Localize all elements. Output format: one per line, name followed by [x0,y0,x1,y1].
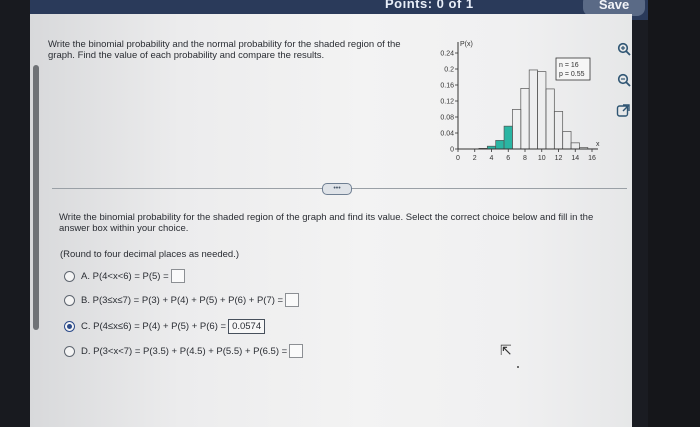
y-tick-label: 0.24 [440,51,454,58]
choice-c[interactable]: C. P(4≤x≤6) = P(4) + P(5) + P(6) = 0.0574 [64,319,266,335]
x-tick-label: 8 [523,155,527,162]
y-tick-label: 0.2 [444,67,454,74]
choice-b[interactable]: B. P(3≤x≤7) = P(3) + P(4) + P(5) + P(6) … [64,293,300,309]
zoom-in-icon[interactable] [616,42,632,59]
bar-x12 [553,111,564,150]
x-tick-label: 16 [588,155,596,162]
radio-c[interactable] [64,321,75,332]
choice-c-letter: C. [81,321,91,333]
bar-x9 [528,69,538,150]
bar-x13 [562,131,572,150]
y-tick-label: 0.12 [440,99,454,106]
question-instruction: Write the binomial probability for the s… [59,212,594,234]
x-tick-label: 10 [538,155,546,162]
choice-c-expr: P(4≤x≤6) = P(4) + P(5) + P(6) = [93,321,227,333]
bar-x11 [545,88,555,150]
rounding-note: (Round to four decimal places as needed.… [60,249,240,260]
choice-d-expr: P(3<x<7) = P(3.5) + P(4.5) + P(5.5) + P(… [93,346,288,357]
divider-handle[interactable]: ••• [322,183,352,195]
x-tick-label: 2 [473,155,477,162]
points-label: Points: 0 of 1 [385,0,474,11]
bar-x10 [537,71,547,150]
answer-box-c[interactable]: 0.0574 [228,319,266,334]
x-tick-label: 0 [456,155,460,162]
radio-a[interactable] [64,270,75,282]
y-tick-label: 0.16 [440,83,454,90]
choice-b-letter: B. [81,295,90,306]
y-tick-label: 0 [450,147,454,154]
bar-x14 [570,142,580,150]
x-tick-label: 4 [490,155,494,162]
choice-d-letter: D. [81,346,91,357]
radio-b[interactable] [64,294,75,306]
x-tick-label: 14 [571,155,579,162]
x-tick-label: 6 [506,155,510,162]
choice-a-expr: P(4<x<6) = P(5) = [92,271,169,282]
stray-dot [517,366,519,368]
answer-box-b[interactable] [285,293,300,308]
choice-a-letter: A. [81,271,90,282]
x-tick-label: 12 [555,155,563,162]
bar-x7 [512,109,522,150]
bar-x8 [520,88,530,150]
choice-b-expr: P(3≤x≤7) = P(3) + P(4) + P(5) + P(6) + P… [92,295,284,306]
answer-box-a[interactable] [170,269,185,284]
bar-x5 [495,140,505,150]
y-axis-label: P(x) [460,41,473,48]
answer-box-d[interactable] [289,344,304,359]
problem-statement: Write the binomial probability and the n… [48,39,401,61]
y-tick-label: 0.04 [440,131,454,138]
zoom-out-icon[interactable] [616,73,632,90]
legend-n: n = 16 [559,62,579,69]
binomial-graph: P(x) x 0.24 0.2 0.16 0.12 0.08 0.04 00 2 4 6 8 10 12 14… [440,41,600,162]
radio-d[interactable] [64,345,75,357]
scrollbar-thumb[interactable] [33,65,39,330]
choice-d[interactable]: D. P(3<x<7) = P(3.5) + P(4.5) + P(5.5) +… [64,344,304,360]
left-bezel [0,0,30,427]
x-axis-label: x [596,141,600,148]
popout-icon[interactable] [615,103,631,121]
y-tick-label: 0.08 [440,115,454,122]
choice-a[interactable]: A. P(4<x<6) = P(5) = [64,269,185,285]
mouse-cursor-icon: ⇱ [500,342,512,358]
bar-x6 [503,125,513,150]
legend-p: p = 0.55 [559,71,585,78]
right-bezel [648,0,700,427]
